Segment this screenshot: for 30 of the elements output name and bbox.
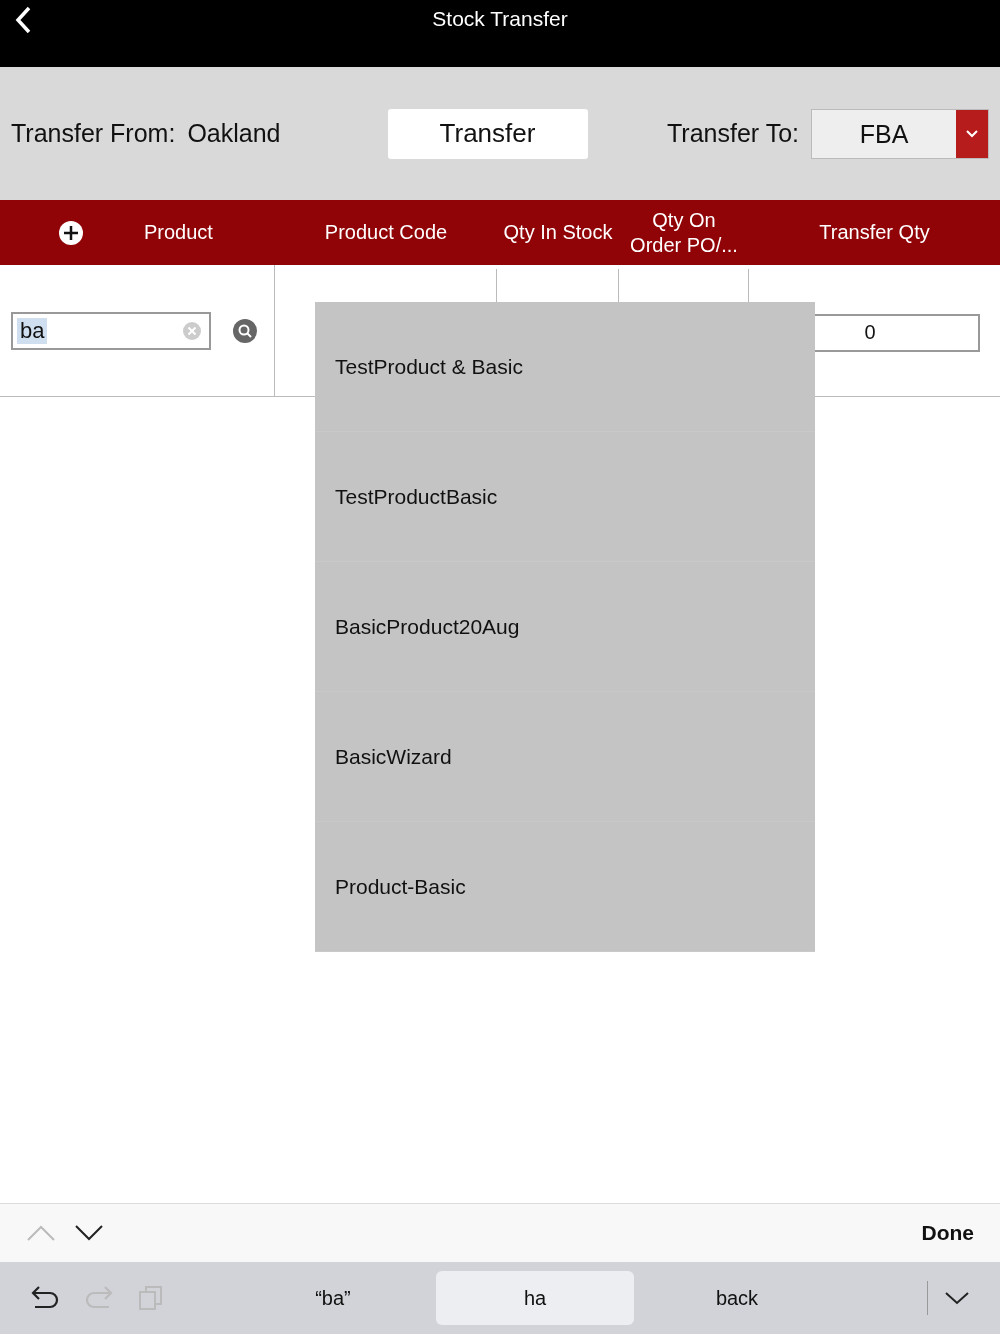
- dropdown-value: FBA: [858, 118, 910, 150]
- suggestion-item[interactable]: TestProduct & Basic: [315, 302, 815, 432]
- suggestion-item[interactable]: BasicProduct20Aug: [315, 562, 815, 692]
- column-header: Product: [144, 221, 213, 244]
- transfer-from-value: Oakland: [187, 119, 281, 148]
- suggestion-item[interactable]: BasicWizard: [315, 692, 815, 822]
- transfer-from-label: Transfer From:: [11, 119, 176, 148]
- back-icon[interactable]: [14, 6, 32, 34]
- column-header: Qty In Stock: [503, 221, 613, 244]
- search-text: ba: [17, 317, 48, 344]
- suggestion-button[interactable]: ha: [436, 1271, 634, 1325]
- dropdown-toggle[interactable]: [956, 109, 988, 158]
- add-icon[interactable]: [58, 219, 84, 246]
- suggestion-item[interactable]: Product-Basic: [315, 822, 815, 952]
- suggestion-button[interactable]: back: [638, 1271, 836, 1325]
- suggestion-item[interactable]: TestProductBasic: [315, 432, 815, 562]
- suggestion-button[interactable]: “ba”: [234, 1271, 432, 1325]
- column-header: Product Code: [324, 221, 448, 244]
- search-field[interactable]: ba: [11, 311, 211, 350]
- column-header: Qty On Order PO/...: [629, 207, 739, 258]
- undo-icon[interactable]: [30, 1285, 60, 1311]
- caret-icon: [965, 128, 979, 139]
- search-icon[interactable]: [233, 318, 257, 343]
- done-button[interactable]: Done: [921, 1221, 974, 1245]
- column-header: Transfer Qty: [819, 221, 930, 244]
- transfer-to-label: Transfer To:: [667, 119, 799, 148]
- transfer-to-dropdown[interactable]: FBA: [811, 108, 989, 159]
- transfer-button[interactable]: Transfer: [387, 108, 588, 159]
- qty-value: 0: [864, 321, 876, 344]
- screen-title: Stock Transfer: [432, 7, 568, 31]
